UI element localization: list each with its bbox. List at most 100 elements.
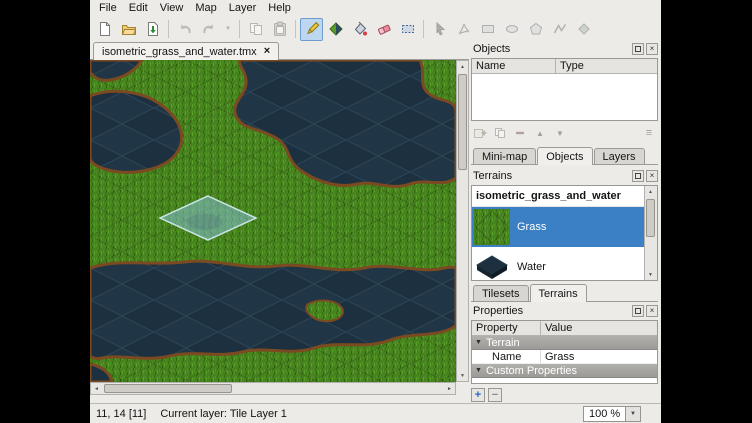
- undo-icon: [177, 21, 193, 37]
- object-properties-icon: ≡: [646, 127, 652, 139]
- move-object-up-button[interactable]: ▲: [531, 125, 549, 141]
- terrain-brush-button[interactable]: [324, 18, 347, 41]
- objects-column-type[interactable]: Type: [556, 59, 657, 73]
- property-value[interactable]: Grass: [541, 351, 657, 363]
- properties-panel: Properties × Property Value ▼ Terrain Na…: [471, 304, 658, 402]
- close-panel-button[interactable]: ×: [646, 305, 658, 317]
- scroll-left-icon[interactable]: ◄: [91, 383, 102, 394]
- float-panel-button[interactable]: [632, 305, 644, 317]
- scroll-down-icon[interactable]: ▼: [645, 269, 656, 280]
- document-tab-label: isometric_grass_and_water.tmx: [102, 46, 257, 58]
- tab-mini-map[interactable]: Mini-map: [473, 148, 536, 164]
- save-button[interactable]: [141, 18, 164, 41]
- scroll-up-icon[interactable]: ▲: [645, 186, 656, 197]
- duplicate-object-button[interactable]: [491, 125, 509, 141]
- properties-column-property[interactable]: Property: [472, 321, 541, 335]
- insert-ellipse-button[interactable]: [500, 18, 523, 41]
- tab-close-icon[interactable]: ×: [264, 46, 270, 57]
- float-panel-button[interactable]: [632, 170, 644, 182]
- scroll-up-icon[interactable]: ▲: [457, 61, 468, 72]
- paste-button[interactable]: [268, 18, 291, 41]
- tab-layers[interactable]: Layers: [594, 148, 645, 164]
- map-canvas[interactable]: [90, 60, 456, 382]
- copy-icon: [248, 21, 264, 37]
- main-toolbar: ▼: [90, 16, 661, 42]
- menu-layer[interactable]: Layer: [223, 1, 263, 15]
- close-panel-button[interactable]: ×: [646, 170, 658, 182]
- tab-terrains[interactable]: Terrains: [530, 284, 587, 302]
- scroll-down-icon[interactable]: ▼: [457, 370, 468, 381]
- insert-ellipse-icon: [504, 21, 520, 37]
- stamp-brush-button[interactable]: [300, 18, 323, 41]
- property-name: Name: [472, 350, 541, 363]
- menu-edit[interactable]: Edit: [123, 1, 154, 15]
- zoom-dropdown-icon[interactable]: ▼: [625, 407, 640, 421]
- terrain-label: Grass: [517, 221, 546, 233]
- property-row-name[interactable]: Name Grass: [472, 350, 657, 364]
- rectangular-select-button[interactable]: [396, 18, 419, 41]
- terrains-list-box: isometric_grass_and_water Grass Water ▲ …: [471, 185, 658, 281]
- object-properties-button[interactable]: ≡: [640, 125, 658, 141]
- menu-help[interactable]: Help: [262, 1, 297, 15]
- new-map-button[interactable]: [93, 18, 116, 41]
- objects-list[interactable]: [472, 74, 657, 120]
- terrain-item-water[interactable]: Water: [472, 247, 644, 280]
- horizontal-scroll-thumb[interactable]: [104, 384, 232, 393]
- tab-objects[interactable]: Objects: [537, 147, 592, 165]
- scroll-right-icon[interactable]: ►: [444, 383, 455, 394]
- vertical-scroll-thumb[interactable]: [458, 74, 467, 170]
- copy-button[interactable]: [244, 18, 267, 41]
- menu-view[interactable]: View: [154, 1, 190, 15]
- property-group-terrain[interactable]: ▼ Terrain: [472, 336, 657, 350]
- editor-area: isometric_grass_and_water.tmx ×: [90, 42, 469, 403]
- undo-button[interactable]: [173, 18, 196, 41]
- isometric-map: [90, 60, 456, 382]
- tab-tilesets[interactable]: Tilesets: [473, 285, 529, 301]
- chevron-down-icon: ▼: [225, 26, 231, 32]
- eraser-button[interactable]: [372, 18, 395, 41]
- dock-tab-bar-bottom: Tilesets Terrains: [471, 283, 658, 302]
- canvas-horizontal-scrollbar[interactable]: ◄ ►: [90, 382, 456, 395]
- remove-object-icon: [513, 126, 527, 140]
- select-objects-button[interactable]: [428, 18, 451, 41]
- insert-polyline-button[interactable]: [548, 18, 571, 41]
- remove-object-button[interactable]: [511, 125, 529, 141]
- move-object-down-button[interactable]: ▼: [551, 125, 569, 141]
- edit-polygons-icon: [456, 21, 472, 37]
- terrains-scroll-thumb[interactable]: [646, 199, 655, 237]
- add-property-button[interactable]: +: [471, 388, 485, 402]
- properties-table: Property Value ▼ Terrain Name Grass ▼ Cu…: [471, 320, 658, 384]
- menu-file[interactable]: File: [93, 1, 123, 15]
- select-objects-icon: [432, 21, 448, 37]
- bucket-fill-icon: [352, 21, 368, 37]
- insert-polygon-button[interactable]: [524, 18, 547, 41]
- toolbar-separator: [423, 20, 424, 38]
- canvas-vertical-scrollbar[interactable]: ▲ ▼: [456, 60, 469, 382]
- insert-rectangle-button[interactable]: [476, 18, 499, 41]
- water-terrain-thumbnail: [474, 249, 510, 280]
- insert-tile-icon: [576, 21, 592, 37]
- terrain-label: Water: [517, 261, 546, 273]
- add-object-button[interactable]: [471, 125, 489, 141]
- duplicate-object-icon: [493, 126, 507, 140]
- menu-map[interactable]: Map: [189, 1, 222, 15]
- zoom-combo[interactable]: 100 % ▼: [583, 406, 641, 422]
- remove-property-button[interactable]: −: [488, 388, 502, 402]
- terrain-brush-icon: [328, 21, 344, 37]
- edit-polygons-button[interactable]: [452, 18, 475, 41]
- insert-tile-button[interactable]: [572, 18, 595, 41]
- objects-column-name[interactable]: Name: [472, 59, 556, 73]
- document-tab[interactable]: isometric_grass_and_water.tmx ×: [93, 42, 279, 60]
- redo-button[interactable]: [197, 18, 220, 41]
- close-panel-button[interactable]: ×: [646, 43, 658, 55]
- document-tab-bar: isometric_grass_and_water.tmx ×: [90, 42, 469, 60]
- terrain-item-grass[interactable]: Grass: [472, 207, 644, 247]
- bucket-fill-button[interactable]: [348, 18, 371, 41]
- property-group-custom[interactable]: ▼ Custom Properties: [472, 364, 657, 378]
- terrains-scrollbar[interactable]: ▲ ▼: [644, 186, 657, 280]
- redo-dropdown-button[interactable]: ▼: [221, 18, 235, 41]
- float-panel-button[interactable]: [632, 43, 644, 55]
- open-button[interactable]: [117, 18, 140, 41]
- properties-table-header: Property Value: [472, 321, 657, 336]
- properties-column-value[interactable]: Value: [541, 321, 657, 335]
